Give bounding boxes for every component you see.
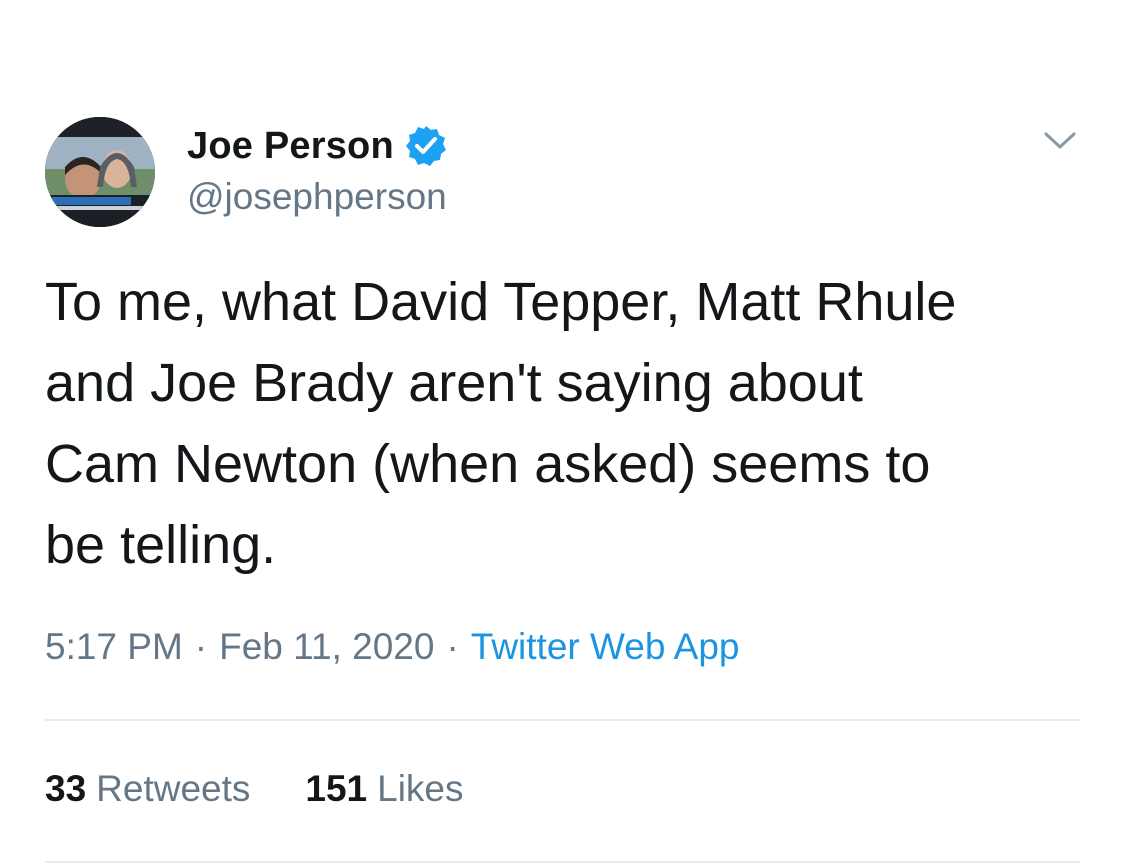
author-handle[interactable]: @josephperson xyxy=(187,176,447,218)
tweet-source-link[interactable]: Twitter Web App xyxy=(471,626,740,668)
divider xyxy=(45,719,1080,721)
tweet-time[interactable]: 5:17 PM xyxy=(45,626,183,668)
tweet-card: Joe Person @josephperson To me, what Dav… xyxy=(0,0,1125,867)
tweet-metadata: 5:17 PM · Feb 11, 2020 · Twitter Web App xyxy=(45,626,740,668)
likes-count: 151 xyxy=(305,768,368,809)
retweets-count: 33 xyxy=(45,768,87,809)
tweet-text: To me, what David Tepper, Matt Rhule and… xyxy=(45,272,957,575)
retweets-stat[interactable]: 33 Retweets xyxy=(45,768,250,810)
likes-stat[interactable]: 151 Likes xyxy=(305,768,463,810)
retweets-label: Retweets xyxy=(96,768,251,809)
divider xyxy=(45,861,1080,863)
likes-label: Likes xyxy=(377,768,464,809)
engagement-stats: 33 Retweets 151 Likes xyxy=(45,768,464,810)
meta-separator: · xyxy=(446,626,459,667)
verified-badge-icon xyxy=(404,124,448,168)
tweet-date[interactable]: Feb 11, 2020 xyxy=(219,626,434,668)
avatar[interactable] xyxy=(45,117,155,227)
chevron-down-icon[interactable] xyxy=(1040,122,1080,162)
author-name-row[interactable]: Joe Person xyxy=(187,122,448,170)
meta-separator: · xyxy=(194,626,208,667)
author-display-name[interactable]: Joe Person xyxy=(187,125,394,168)
